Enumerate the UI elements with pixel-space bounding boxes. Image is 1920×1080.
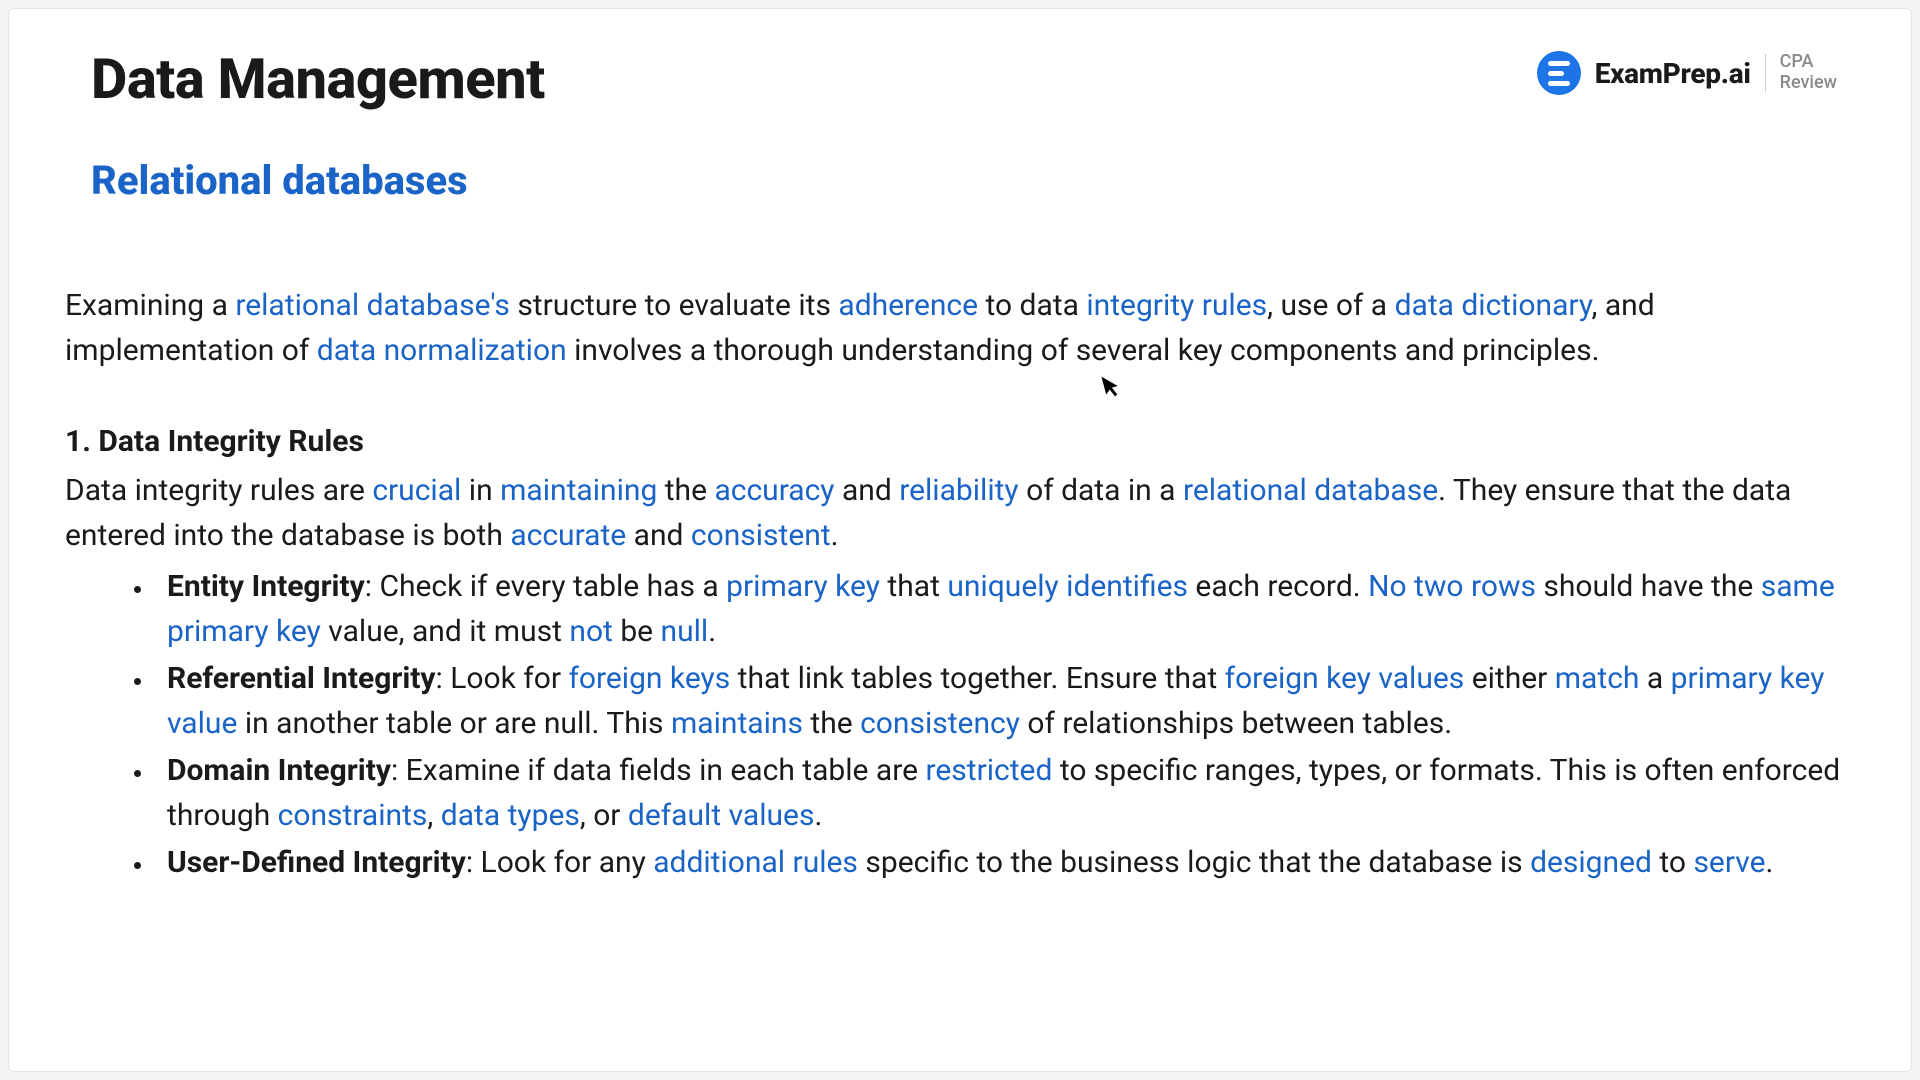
mouse-cursor-icon (1100, 372, 1125, 406)
brand-logo: ExamPrep.ai CPA Review (1537, 51, 1837, 95)
section-lead: Data integrity rules are crucial in main… (65, 473, 1791, 553)
brand-tagline: CPA Review (1780, 52, 1837, 93)
header-row: Data Management Relational databases Exa… (65, 49, 1855, 243)
section-heading: 1. Data Integrity Rules (65, 419, 1855, 464)
page-subtitle: Relational databases (91, 159, 1537, 203)
bullet-list: Entity Integrity: Check if every table h… (65, 564, 1855, 885)
brand-tagline-line2: Review (1780, 73, 1837, 94)
brand-logo-icon (1537, 51, 1581, 95)
list-item: Domain Integrity: Examine if data fields… (155, 748, 1855, 838)
brand-tagline-line1: CPA (1780, 52, 1837, 73)
list-item: User-Defined Integrity: Look for any add… (155, 840, 1855, 885)
title-block: Data Management Relational databases (65, 49, 1537, 243)
slide-page: Data Management Relational databases Exa… (8, 8, 1912, 1072)
section-block: 1. Data Integrity Rules Data integrity r… (65, 419, 1855, 885)
page-title: Data Management (91, 49, 1537, 111)
list-item: Referential Integrity: Look for foreign … (155, 656, 1855, 746)
brand-name: ExamPrep.ai (1595, 57, 1751, 90)
intro-paragraph: Examining a relational database's struct… (65, 283, 1855, 373)
list-item: Entity Integrity: Check if every table h… (155, 564, 1855, 654)
brand-divider (1765, 54, 1766, 92)
